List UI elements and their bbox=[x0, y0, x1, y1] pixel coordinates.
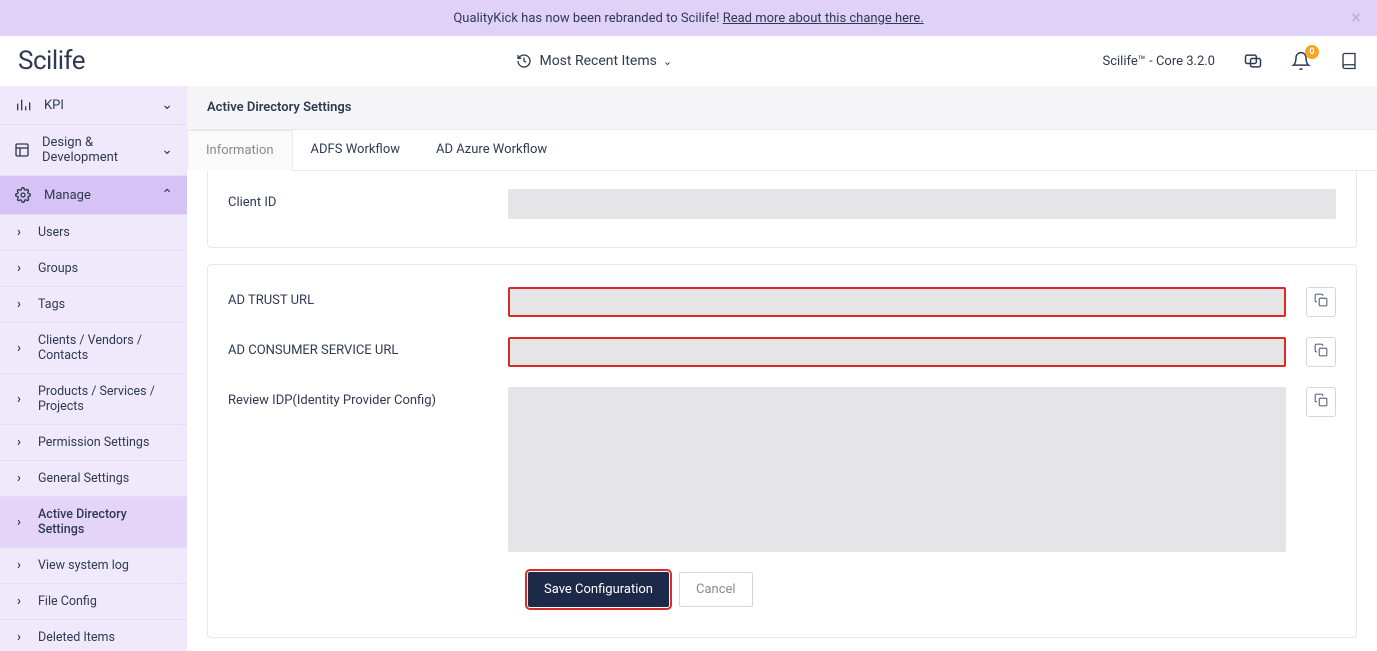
app-header: Scilife Most Recent Items ⌄ Scilife™ - C… bbox=[0, 36, 1377, 86]
sidebar-item-label: KPI bbox=[44, 98, 64, 113]
rebrand-banner: QualityKick has now been rebranded to Sc… bbox=[0, 0, 1377, 36]
tab-bar: Information ADFS Workflow AD Azure Workf… bbox=[187, 130, 1377, 171]
cancel-button[interactable]: Cancel bbox=[679, 572, 753, 607]
sidebar-item-label: Active Directory Settings bbox=[38, 507, 173, 537]
sidebar-item-label: Permission Settings bbox=[38, 435, 173, 450]
tab-ad-azure-workflow[interactable]: AD Azure Workflow bbox=[418, 130, 565, 170]
sidebar-item-label: Groups bbox=[38, 261, 173, 276]
page-title: Active Directory Settings bbox=[187, 86, 1377, 130]
sidebar-item-design[interactable]: Design & Development bbox=[0, 125, 187, 176]
tour-icon[interactable] bbox=[1243, 51, 1263, 71]
sidebar-item-label: Deleted Items bbox=[38, 630, 173, 645]
chevron-right-icon bbox=[14, 515, 24, 530]
chevron-right-icon bbox=[14, 558, 24, 573]
sidebar-item-label: General Settings bbox=[38, 471, 173, 486]
save-configuration-button[interactable]: Save Configuration bbox=[528, 572, 669, 607]
sidebar-sub-permission[interactable]: Permission Settings bbox=[0, 425, 187, 461]
sidebar-item-label: Tags bbox=[38, 297, 173, 312]
copy-icon bbox=[1314, 293, 1328, 311]
sidebar-item-label: Clients / Vendors / Contacts bbox=[38, 333, 173, 363]
tab-adfs-workflow[interactable]: ADFS Workflow bbox=[293, 130, 418, 170]
main-content: Active Directory Settings Information AD… bbox=[187, 86, 1377, 651]
sidebar-sub-clients[interactable]: Clients / Vendors / Contacts bbox=[0, 323, 187, 374]
chevron-right-icon bbox=[14, 471, 24, 486]
chevron-right-icon bbox=[14, 630, 24, 645]
sidebar-sub-syslog[interactable]: View system log bbox=[0, 548, 187, 584]
ad-config-card: AD TRUST URL AD CONSUMER SERVICE URL bbox=[207, 264, 1357, 638]
idp-label: Review IDP(Identity Provider Config) bbox=[228, 387, 508, 408]
chevron-right-icon bbox=[14, 297, 24, 312]
close-icon[interactable]: × bbox=[1351, 8, 1361, 29]
idp-config-textarea[interactable] bbox=[508, 387, 1286, 552]
chevron-right-icon bbox=[14, 594, 24, 609]
logo: Scilife bbox=[18, 46, 85, 76]
chevron-right-icon bbox=[14, 435, 24, 450]
sidebar-item-label: Products / Services / Projects bbox=[38, 384, 173, 414]
sidebar-item-label: View system log bbox=[38, 558, 173, 573]
sidebar-item-label: Design & Development bbox=[42, 135, 151, 165]
sidebar-sub-groups[interactable]: Groups bbox=[0, 251, 187, 287]
chevron-up-icon bbox=[161, 187, 173, 203]
banner-link[interactable]: Read more about this change here. bbox=[723, 11, 924, 26]
sidebar-item-label: File Config bbox=[38, 594, 173, 609]
sidebar-sub-users[interactable]: Users bbox=[0, 215, 187, 251]
recent-items-label: Most Recent Items bbox=[539, 53, 656, 69]
sidebar-sub-fileconfig[interactable]: File Config bbox=[0, 584, 187, 620]
tab-information[interactable]: Information bbox=[187, 130, 293, 171]
chevron-down-icon bbox=[161, 142, 173, 158]
copy-idp-button[interactable] bbox=[1306, 387, 1336, 417]
notif-badge: 0 bbox=[1305, 45, 1319, 59]
sidebar: KPI Design & Development Manage Users bbox=[0, 86, 187, 651]
copy-icon bbox=[1314, 343, 1328, 361]
chevron-down-icon: ⌄ bbox=[663, 55, 672, 68]
consumer-url-label: AD CONSUMER SERVICE URL bbox=[228, 337, 508, 358]
sidebar-sub-general[interactable]: General Settings bbox=[0, 461, 187, 497]
history-icon bbox=[515, 52, 533, 70]
recent-items-dropdown[interactable]: Most Recent Items ⌄ bbox=[85, 52, 1102, 70]
sidebar-item-label: Users bbox=[38, 225, 173, 240]
notifications-icon[interactable]: 0 bbox=[1291, 51, 1311, 71]
sidebar-sub-ad-settings[interactable]: Active Directory Settings bbox=[0, 497, 187, 548]
chevron-right-icon bbox=[14, 225, 24, 240]
chevron-right-icon bbox=[14, 341, 24, 356]
sidebar-item-manage[interactable]: Manage bbox=[0, 176, 187, 215]
chevron-down-icon bbox=[161, 97, 173, 113]
trust-url-input[interactable] bbox=[508, 287, 1286, 317]
chevron-right-icon bbox=[14, 261, 24, 276]
banner-text: QualityKick has now been rebranded to Sc… bbox=[453, 11, 923, 26]
chart-icon bbox=[14, 96, 32, 114]
help-icon[interactable] bbox=[1339, 51, 1359, 71]
copy-consumer-url-button[interactable] bbox=[1306, 337, 1336, 367]
sidebar-sub-deleted[interactable]: Deleted Items bbox=[0, 620, 187, 651]
layout-icon bbox=[14, 141, 30, 159]
client-id-input[interactable] bbox=[508, 189, 1336, 219]
chevron-right-icon bbox=[14, 392, 24, 407]
version-label: Scilife™ - Core 3.2.0 bbox=[1103, 54, 1216, 69]
copy-icon bbox=[1314, 393, 1328, 411]
client-id-card: Client ID bbox=[207, 171, 1357, 248]
sidebar-sub-products[interactable]: Products / Services / Projects bbox=[0, 374, 187, 425]
gear-icon bbox=[14, 186, 32, 204]
trust-url-label: AD TRUST URL bbox=[228, 287, 508, 308]
sidebar-sub-tags[interactable]: Tags bbox=[0, 287, 187, 323]
sidebar-item-kpi[interactable]: KPI bbox=[0, 86, 187, 125]
consumer-url-input[interactable] bbox=[508, 337, 1286, 367]
sidebar-item-label: Manage bbox=[44, 188, 91, 203]
copy-trust-url-button[interactable] bbox=[1306, 287, 1336, 317]
client-id-label: Client ID bbox=[228, 189, 508, 210]
